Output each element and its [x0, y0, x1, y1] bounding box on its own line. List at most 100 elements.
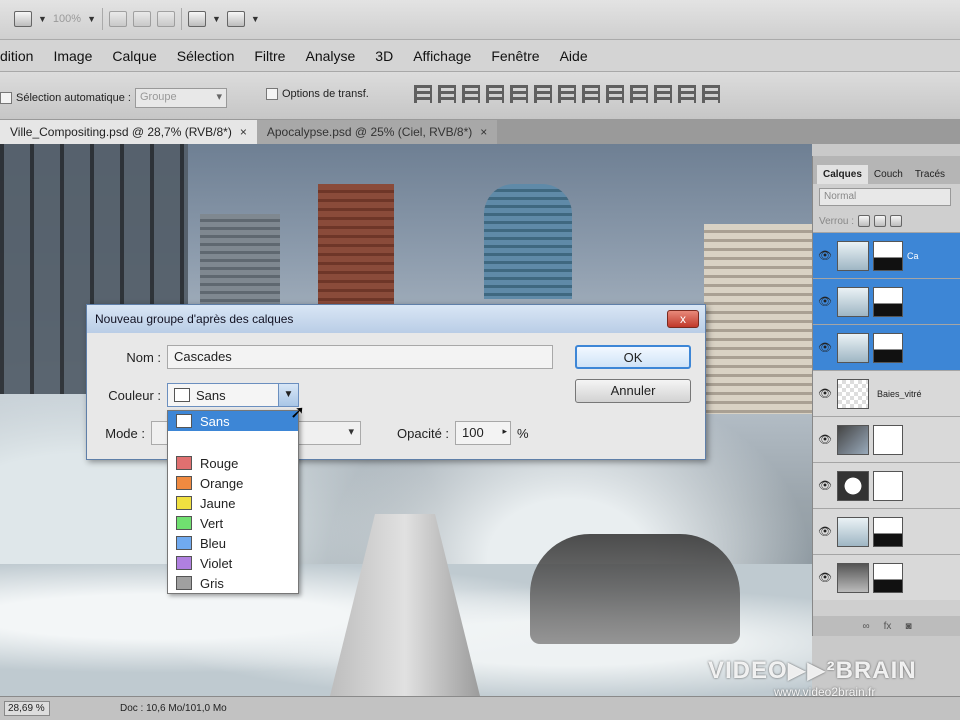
- building-image: [318, 184, 394, 304]
- lock-all-icon[interactable]: [890, 215, 903, 227]
- distribute-right-icon[interactable]: [678, 85, 696, 103]
- hand-tool-icon[interactable]: [108, 11, 127, 27]
- distribute-vcenter-icon[interactable]: [582, 85, 600, 103]
- layer-row[interactable]: 👁 Ca: [813, 232, 960, 278]
- arrange-documents-icon[interactable]: [187, 11, 206, 27]
- distribute-top-icon[interactable]: [558, 85, 576, 103]
- zoom-tool-icon[interactable]: [132, 11, 151, 27]
- color-option-gris[interactable]: Gris: [168, 573, 298, 593]
- cancel-button[interactable]: Annuler: [575, 379, 691, 403]
- transform-controls-checkbox[interactable]: [266, 88, 278, 100]
- lock-pixels-icon[interactable]: [858, 215, 871, 227]
- visibility-eye-icon[interactable]: 👁: [813, 571, 837, 584]
- screen-mode-toggle-icon[interactable]: [226, 11, 245, 27]
- tab-apocalypse[interactable]: Apocalypse.psd @ 25% (Ciel, RVB/8*) ×: [256, 120, 498, 144]
- layer-row[interactable]: 👁: [813, 324, 960, 370]
- visibility-eye-icon[interactable]: 👁: [813, 249, 837, 262]
- visibility-eye-icon[interactable]: 👁: [813, 295, 837, 308]
- align-right-icon[interactable]: [534, 85, 552, 103]
- close-icon[interactable]: ×: [480, 125, 487, 139]
- color-option-vert[interactable]: Vert: [168, 513, 298, 533]
- auto-select-dropdown[interactable]: Groupe: [134, 88, 227, 108]
- menu-item-3d[interactable]: 3D: [365, 48, 403, 64]
- distribute-bottom-icon[interactable]: [606, 85, 624, 103]
- rotate-view-icon[interactable]: [156, 11, 175, 27]
- layer-row[interactable]: 👁: [813, 462, 960, 508]
- color-option-bleu[interactable]: Bleu: [168, 533, 298, 553]
- align-horizontal-center-icon[interactable]: [510, 85, 528, 103]
- visibility-eye-icon[interactable]: 👁: [813, 387, 837, 400]
- tab-couches[interactable]: Couch: [868, 165, 909, 184]
- color-option-violet[interactable]: Violet: [168, 553, 298, 573]
- align-left-icon[interactable]: [486, 85, 504, 103]
- fx-icon[interactable]: fx: [884, 621, 892, 632]
- name-label: Nom :: [126, 349, 161, 365]
- color-label: Couleur :: [108, 387, 161, 403]
- chevron-down-icon[interactable]: ▼: [38, 14, 47, 24]
- document-size: Doc : 10,6 Mo/101,0 Mo: [120, 703, 227, 714]
- auto-select-checkbox[interactable]: [0, 92, 12, 104]
- layer-mask-thumbnail[interactable]: [873, 424, 903, 455]
- chevron-right-icon[interactable]: ▸: [503, 426, 508, 437]
- auto-align-icon[interactable]: [702, 85, 720, 103]
- screen-mode-icon[interactable]: [14, 11, 32, 27]
- link-layers-icon[interactable]: ∞: [863, 621, 870, 632]
- menu-item-analyse[interactable]: Analyse: [295, 48, 365, 64]
- zoom-select[interactable]: 100%: [53, 13, 81, 25]
- color-select[interactable]: Sans ▼: [167, 383, 299, 407]
- visibility-eye-icon[interactable]: 👁: [813, 433, 837, 446]
- close-icon[interactable]: x: [667, 310, 699, 328]
- visibility-eye-icon[interactable]: 👁: [813, 525, 837, 538]
- distribute-hcenter-icon[interactable]: [654, 85, 672, 103]
- layer-thumbnail: [837, 516, 869, 547]
- color-option-sans[interactable]: Sans: [168, 411, 298, 431]
- chevron-down-icon[interactable]: ▼: [251, 14, 260, 24]
- menu-item-filtre[interactable]: Filtre: [244, 48, 295, 64]
- color-option-rouge[interactable]: Rouge: [168, 453, 298, 473]
- layer-row[interactable]: 👁: [813, 416, 960, 462]
- lock-label: Verrou :: [819, 215, 855, 227]
- name-input[interactable]: Cascades: [167, 345, 553, 369]
- tab-calques[interactable]: Calques: [817, 165, 868, 184]
- opacity-input[interactable]: 100 ▸: [455, 421, 512, 445]
- layer-mask-thumbnail[interactable]: [873, 470, 903, 501]
- color-option-jaune[interactable]: Jaune: [168, 493, 298, 513]
- add-mask-icon[interactable]: ◙: [905, 621, 911, 632]
- ok-button[interactable]: OK: [575, 345, 691, 369]
- align-vertical-center-icon[interactable]: [438, 85, 456, 103]
- layer-row[interactable]: 👁: [813, 554, 960, 600]
- menu-bar: dition Image Calque Sélection Filtre Ana…: [0, 40, 960, 72]
- layer-row[interactable]: 👁: [813, 508, 960, 554]
- menu-item-edition[interactable]: dition: [0, 48, 43, 64]
- zoom-level[interactable]: 28,69 %: [4, 701, 50, 716]
- menu-item-affichage[interactable]: Affichage: [403, 48, 481, 64]
- color-row: Couleur : Sans ▼: [91, 383, 299, 407]
- distribute-left-icon[interactable]: [630, 85, 648, 103]
- layer-row[interactable]: 👁 Baies_vitré: [813, 370, 960, 416]
- menu-item-calque[interactable]: Calque: [102, 48, 166, 64]
- visibility-eye-icon[interactable]: 👁: [813, 341, 837, 354]
- tab-traces[interactable]: Tracés: [909, 165, 951, 184]
- tab-ville-compositing[interactable]: Ville_Compositing.psd @ 28,7% (RVB/8*) ×: [0, 120, 257, 144]
- color-option-orange[interactable]: Orange: [168, 473, 298, 493]
- menu-item-image[interactable]: Image: [43, 48, 102, 64]
- layer-mask-thumbnail[interactable]: [873, 240, 903, 271]
- menu-item-selection[interactable]: Sélection: [167, 48, 245, 64]
- layer-mask-thumbnail[interactable]: [873, 562, 903, 593]
- menu-item-fenetre[interactable]: Fenêtre: [481, 48, 549, 64]
- layer-mask-thumbnail[interactable]: [873, 286, 903, 317]
- align-top-icon[interactable]: [414, 85, 432, 103]
- chevron-down-icon[interactable]: ▼: [212, 14, 221, 24]
- lock-position-icon[interactable]: [874, 215, 887, 227]
- layers-panel-tabs: Calques Couch Tracés: [813, 156, 960, 184]
- color-option-label: Violet: [200, 555, 233, 571]
- blend-mode-select[interactable]: Normal: [819, 188, 951, 206]
- chevron-down-icon[interactable]: ▼: [87, 14, 96, 24]
- close-icon[interactable]: ×: [240, 125, 247, 139]
- align-bottom-icon[interactable]: [462, 85, 480, 103]
- layer-mask-thumbnail[interactable]: [873, 332, 903, 363]
- layer-row[interactable]: 👁: [813, 278, 960, 324]
- layer-mask-thumbnail[interactable]: [873, 516, 903, 547]
- menu-item-aide[interactable]: Aide: [550, 48, 598, 64]
- visibility-eye-icon[interactable]: 👁: [813, 479, 837, 492]
